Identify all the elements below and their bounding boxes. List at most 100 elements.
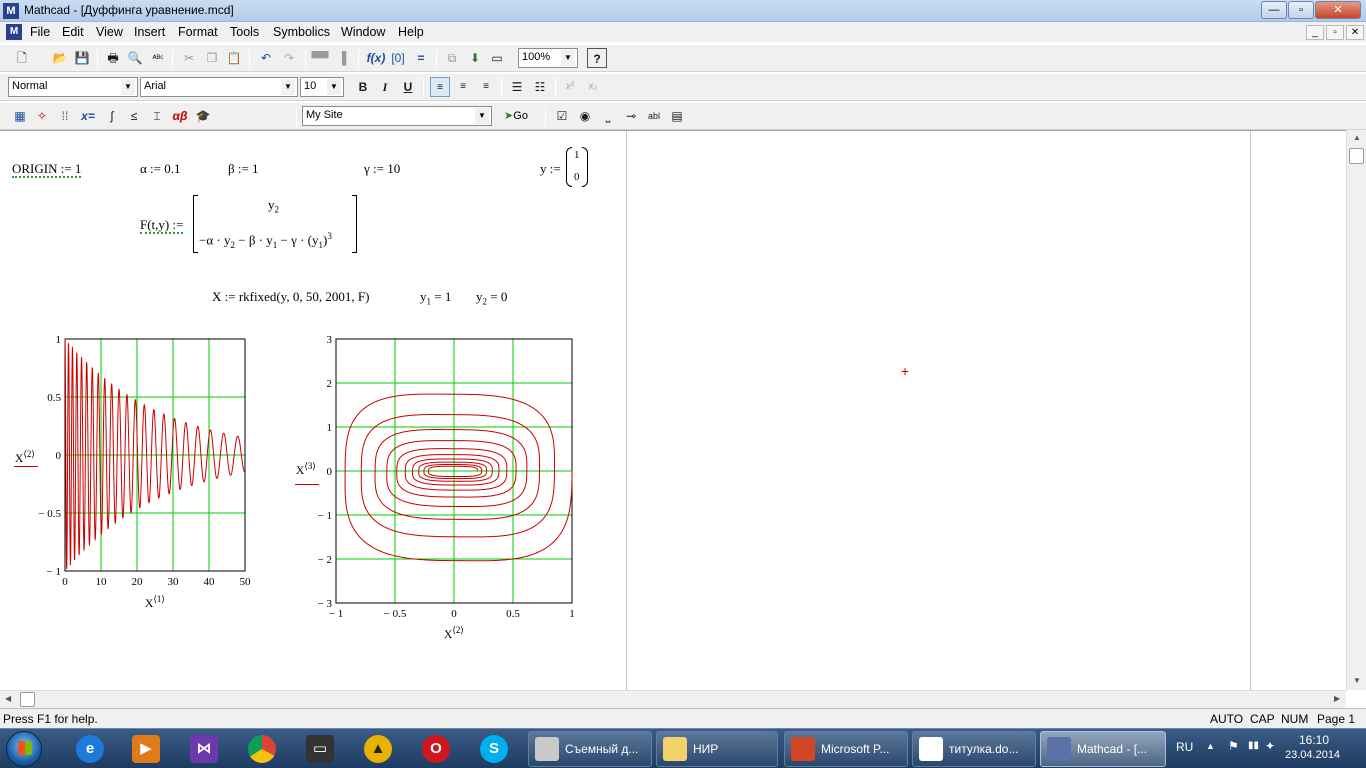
zoom-select[interactable]: 100% ▼ — [518, 48, 578, 68]
resources-icon[interactable]: ⧉ — [442, 48, 462, 68]
menu-edit[interactable]: Edit — [62, 25, 84, 39]
y1-evaluation[interactable]: y1 = 1 — [420, 289, 451, 307]
taskbar-device[interactable]: ▭ — [294, 731, 346, 767]
task-removable-drive[interactable]: Съемный д... — [528, 731, 652, 767]
cut-icon[interactable]: ✂ — [179, 48, 199, 68]
superscript-button[interactable]: x² — [560, 77, 580, 97]
taskbar-media[interactable]: ▶ — [120, 731, 172, 767]
font-select[interactable]: Arial ▼ — [140, 77, 298, 97]
scroll-up-icon[interactable]: ▲ — [1353, 133, 1361, 142]
align-down-icon[interactable]: ▐ — [332, 48, 352, 68]
insert-function-icon[interactable]: f(x) — [366, 48, 386, 68]
hyperlink-icon[interactable]: ▭ — [487, 48, 507, 68]
doc-close-button[interactable]: ✕ — [1346, 25, 1364, 40]
taskbar-ie[interactable]: e — [64, 731, 116, 767]
calculate-icon[interactable]: = — [411, 48, 431, 68]
checkbox-control-icon[interactable]: ☑ — [552, 106, 572, 126]
insert-unit-icon[interactable]: [0] — [388, 48, 408, 68]
menu-view[interactable]: View — [96, 25, 123, 39]
italic-button[interactable]: I — [375, 77, 395, 97]
spell-check-icon[interactable]: ᴬᴮᶜ — [148, 48, 168, 68]
network-icon[interactable]: ▮▮ — [1248, 740, 1259, 751]
font-size-select[interactable]: 10 ▼ — [300, 77, 344, 97]
listbox-control-icon[interactable]: ▤ — [667, 106, 687, 126]
task-word-document[interactable]: титулка.do... — [912, 731, 1036, 767]
calculus-icon[interactable]: ∫ — [102, 106, 122, 126]
calculator-icon[interactable]: ▦ — [10, 106, 30, 126]
taskbar-skype[interactable]: S — [468, 731, 520, 767]
underline-button[interactable]: U — [398, 77, 418, 97]
document-icon[interactable]: M — [6, 24, 22, 40]
doc-minimize-button[interactable]: _ — [1306, 25, 1324, 40]
copy-icon[interactable]: ❐ — [202, 48, 222, 68]
menu-window[interactable]: Window — [341, 25, 385, 39]
clock-time[interactable]: 16:10 — [1299, 733, 1329, 747]
menu-file[interactable]: File — [30, 25, 50, 39]
menu-tools[interactable]: Tools — [230, 25, 259, 39]
task-powerpoint[interactable]: Microsoft P... — [784, 731, 908, 767]
task-nir-folder[interactable]: НИР — [656, 731, 778, 767]
horizontal-scroll-thumb[interactable] — [20, 692, 35, 707]
origin-definition[interactable]: ORIGIN := 1 — [12, 161, 82, 178]
save-icon[interactable]: 💾 — [72, 48, 92, 68]
paste-icon[interactable]: 📋 — [224, 48, 244, 68]
menu-insert[interactable]: Insert — [134, 25, 165, 39]
undo-icon[interactable]: ↶ — [256, 48, 276, 68]
taskbar-visual-studio[interactable]: ⋈ — [178, 731, 230, 767]
start-button[interactable] — [6, 731, 42, 767]
action-center-icon[interactable]: ⚑ — [1228, 739, 1239, 753]
volume-icon[interactable]: ✦ — [1265, 739, 1275, 753]
align-center-icon[interactable]: ≡ — [453, 77, 473, 97]
y2-evaluation[interactable]: y2 = 0 — [476, 289, 507, 307]
radio-control-icon[interactable]: ◉ — [575, 106, 595, 126]
rkfixed-definition[interactable]: X := rkfixed(y, 0, 50, 2001, F) — [212, 289, 369, 305]
taskbar-chrome[interactable] — [236, 731, 288, 767]
help-icon[interactable]: ? — [587, 48, 607, 68]
print-icon[interactable]: 🖶 — [103, 48, 123, 68]
scroll-left-icon[interactable]: ◀ — [5, 694, 11, 703]
boolean-icon[interactable]: ≤ — [124, 106, 144, 126]
alpha-definition[interactable]: α := 0.1 — [140, 161, 181, 177]
programming-icon[interactable]: ⌶ — [147, 106, 167, 126]
worksheet[interactable]: ORIGIN := 1 α := 0.1 β := 1 γ := 10 y :=… — [0, 130, 1346, 691]
bold-button[interactable]: B — [353, 77, 373, 97]
numbering-icon[interactable]: ☷ — [530, 77, 550, 97]
slider-control-icon[interactable]: ⊸ — [621, 106, 641, 126]
scroll-down-icon[interactable]: ▼ — [1353, 676, 1361, 685]
menu-format[interactable]: Format — [178, 25, 218, 39]
subscript-button[interactable]: x₂ — [583, 77, 603, 97]
symbolic-icon[interactable]: 🎓 — [193, 106, 213, 126]
doc-restore-button[interactable]: ▫ — [1326, 25, 1344, 40]
scroll-right-icon[interactable]: ▶ — [1334, 694, 1340, 703]
matrix-icon[interactable]: ⁞⁞ — [55, 106, 75, 126]
minimize-button[interactable]: — — [1261, 1, 1287, 19]
close-button[interactable]: ✕ — [1315, 1, 1361, 19]
align-right-icon[interactable]: ≡ — [476, 77, 496, 97]
F-function-name[interactable]: F(t,y) := — [140, 217, 184, 234]
menu-help[interactable]: Help — [398, 25, 424, 39]
gamma-definition[interactable]: γ := 10 — [364, 161, 400, 177]
align-across-icon[interactable]: ▀▀ — [310, 48, 330, 68]
print-preview-icon[interactable]: 🔍 — [125, 48, 145, 68]
beta-definition[interactable]: β := 1 — [228, 161, 259, 177]
evaluation-button[interactable]: x= — [78, 106, 98, 126]
vertical-scrollbar[interactable]: ▲ ▼ — [1346, 130, 1366, 690]
go-button[interactable]: ➤Go — [500, 106, 532, 126]
language-indicator[interactable]: RU — [1176, 740, 1193, 754]
task-mathcad[interactable]: Mathcad - [... — [1040, 731, 1166, 767]
taskbar-daemon[interactable]: ▲ — [352, 731, 404, 767]
maximize-button[interactable]: ▫ — [1288, 1, 1314, 19]
menu-symbolics[interactable]: Symbolics — [273, 25, 330, 39]
clock-date[interactable]: 23.04.2014 — [1285, 749, 1340, 761]
redo-icon[interactable]: ↷ — [279, 48, 299, 68]
align-left-icon[interactable]: ≡ — [430, 77, 450, 97]
component-icon[interactable]: ⬇ — [465, 48, 485, 68]
button-control-icon[interactable]: ⎵ — [598, 106, 618, 126]
bullets-icon[interactable]: ☰ — [507, 77, 527, 97]
vertical-scroll-thumb[interactable] — [1349, 148, 1364, 164]
y-definition[interactable]: y := — [540, 161, 561, 177]
open-icon[interactable]: 📂 — [50, 48, 70, 68]
taskbar-opera[interactable]: O — [410, 731, 462, 767]
style-select[interactable]: Normal ▼ — [8, 77, 138, 97]
new-icon[interactable]: 🗋 — [12, 48, 32, 68]
